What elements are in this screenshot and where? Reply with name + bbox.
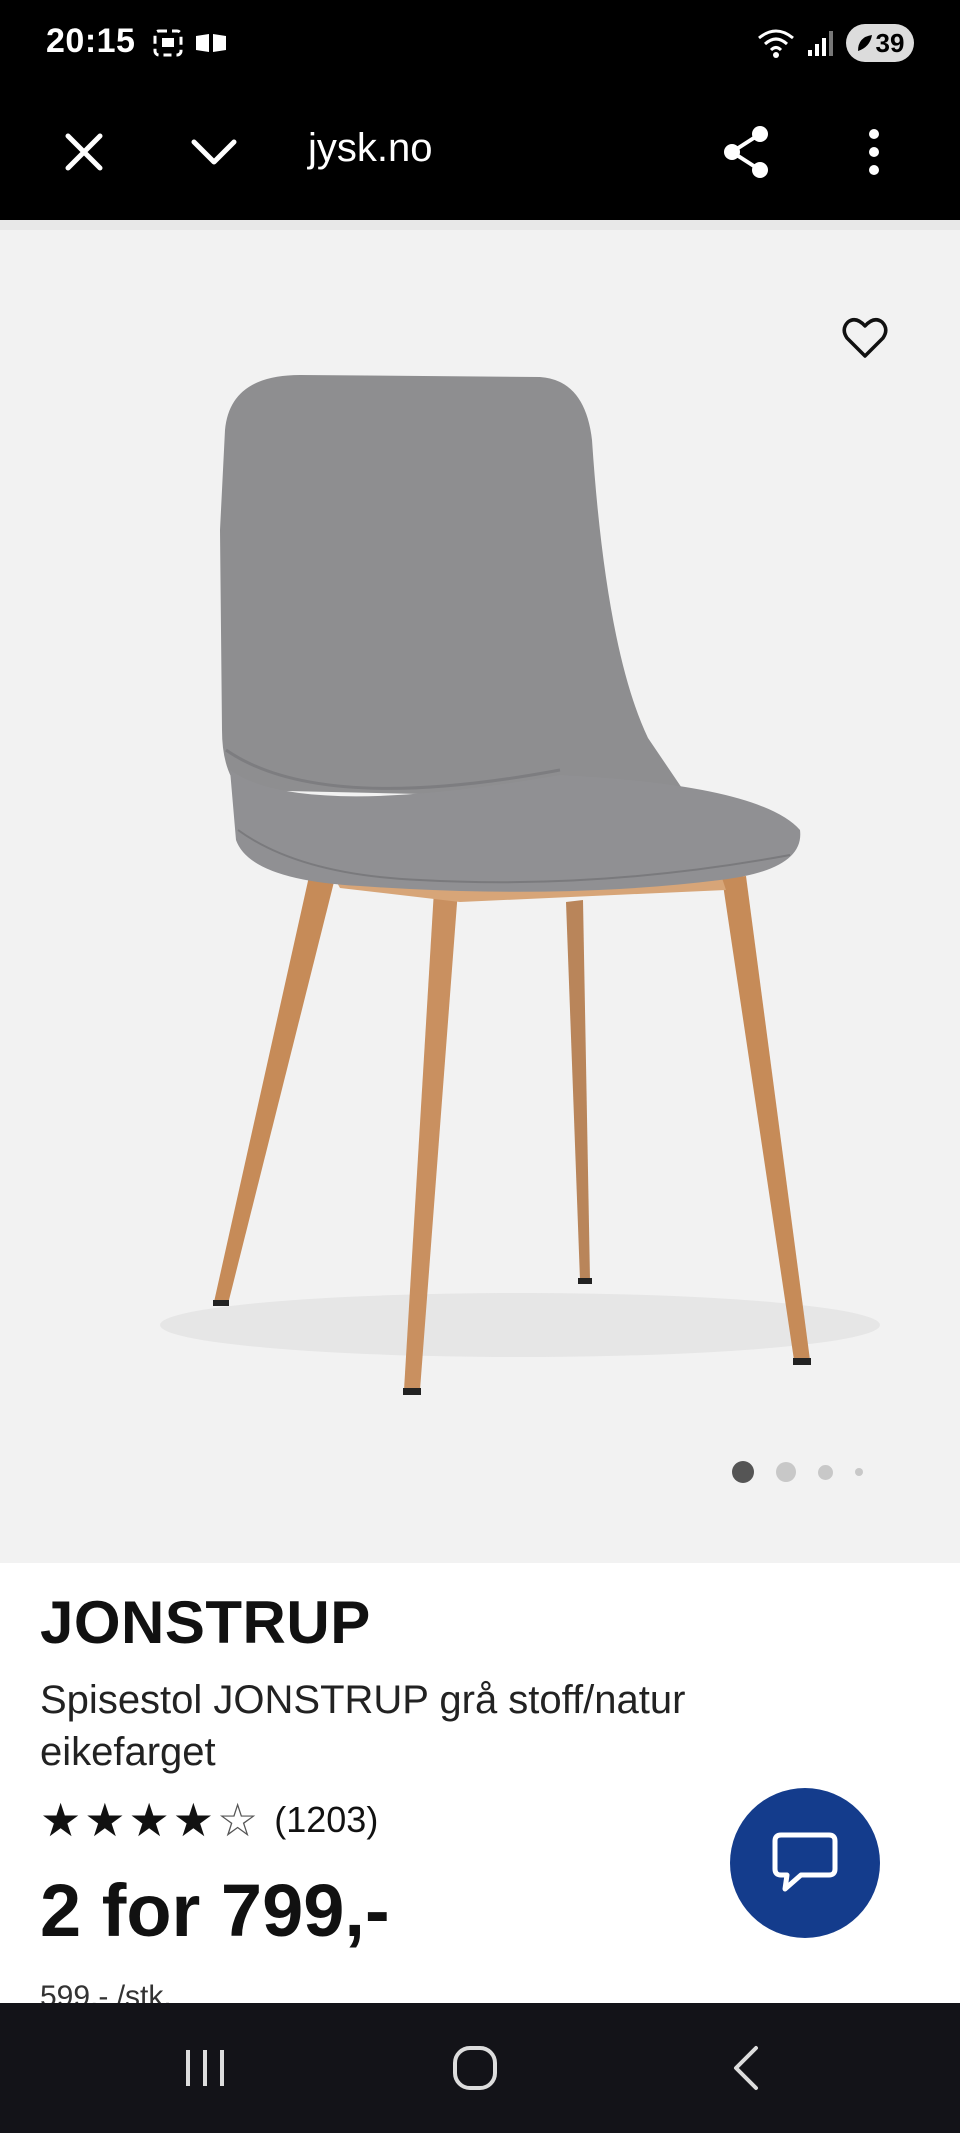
chat-button[interactable] <box>730 1788 880 1938</box>
battery-saver-icon <box>857 35 872 51</box>
status-time: 20:15 <box>46 22 136 60</box>
browser-divider <box>0 220 960 230</box>
more-vert-icon <box>869 129 879 175</box>
product-page: JONSTRUP Spisestol JONSTRUP grå stoff/na… <box>0 230 960 2003</box>
screenshot-icon <box>153 29 183 57</box>
carousel-dot[interactable] <box>732 1461 754 1483</box>
chat-bubble-icon <box>772 1832 838 1892</box>
star-empty-icon: ☆ <box>217 1794 259 1846</box>
home-icon <box>453 2046 497 2090</box>
wifi-icon <box>758 29 794 58</box>
signal-icon <box>808 31 833 56</box>
product-description: Spisestol JONSTRUP grå stoff/natur eikef… <box>40 1678 686 1774</box>
status-left-icons <box>152 28 228 58</box>
battery-level: 39 <box>875 27 905 58</box>
share-icon <box>724 126 768 178</box>
minimize-button[interactable] <box>178 116 250 188</box>
battery-indicator: 39 <box>846 24 914 62</box>
home-button[interactable] <box>430 2033 520 2103</box>
recent-apps-icon <box>186 2050 224 2086</box>
system-nav-bar <box>0 2003 960 2133</box>
status-right: 39 <box>756 24 914 62</box>
close-tab-button[interactable] <box>48 116 120 188</box>
product-image <box>160 375 880 1395</box>
star-full-icon: ★ <box>84 1794 126 1846</box>
carousel-dot[interactable] <box>855 1468 863 1476</box>
status-bar: 20:15 39 <box>0 0 960 86</box>
product-name: JONSTRUP <box>40 1589 371 1656</box>
notification-icon <box>196 34 226 52</box>
star-full-icon: ★ <box>40 1794 82 1846</box>
unit-price: 599,- /stk. <box>40 1980 172 2003</box>
product-image-carousel[interactable] <box>0 230 960 1563</box>
chevron-down-icon <box>191 139 237 165</box>
back-icon <box>734 2046 758 2090</box>
heart-outline-icon <box>842 318 888 358</box>
carousel-dot[interactable] <box>818 1464 833 1480</box>
star-full-icon: ★ <box>128 1794 170 1846</box>
back-button[interactable] <box>700 2033 790 2103</box>
carousel-indicators <box>732 1461 885 1483</box>
browser-toolbar: jysk.no <box>0 86 960 220</box>
more-options-button[interactable] <box>838 116 910 188</box>
carousel-dot[interactable] <box>776 1462 796 1482</box>
star-rating: ★ ★ ★ ★ ☆ <box>40 1797 258 1843</box>
share-button[interactable] <box>710 116 782 188</box>
close-icon <box>65 133 103 171</box>
url-text[interactable]: jysk.no <box>308 126 433 171</box>
recent-apps-button[interactable] <box>160 2033 250 2103</box>
favorite-button[interactable] <box>836 309 894 367</box>
star-full-icon: ★ <box>172 1794 214 1846</box>
review-count[interactable]: (1203) <box>274 1799 378 1841</box>
